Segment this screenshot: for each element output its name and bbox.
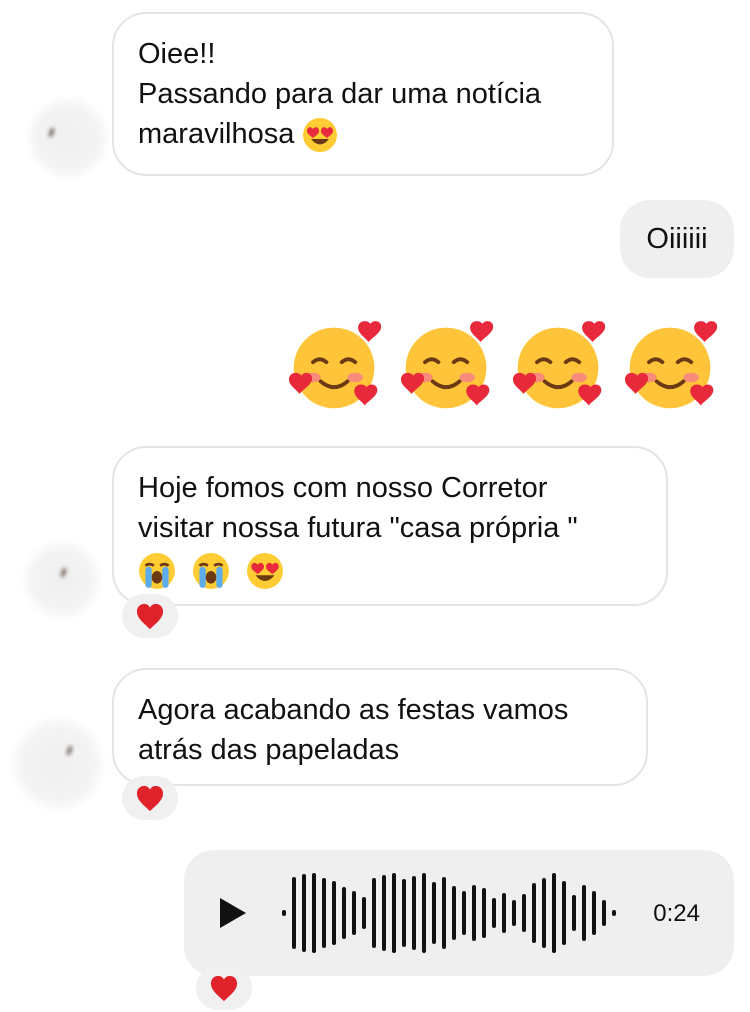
waveform-bar (332, 881, 336, 945)
waveform-bar (392, 873, 396, 953)
message-text: Agora acabando as festas vamos (138, 694, 569, 726)
waveform-bar (302, 874, 306, 952)
waveform-bar (492, 898, 496, 928)
waveform-bar (582, 885, 586, 941)
emoji-line (138, 550, 642, 590)
loudly-crying-face-emoji-icon (139, 553, 175, 590)
waveform-bar (472, 885, 476, 941)
waveform-bar (342, 887, 346, 939)
waveform-bar (562, 881, 566, 945)
reaction-badge[interactable] (196, 966, 252, 1010)
waveform-bar (442, 877, 446, 949)
smiling-face-with-hearts-emoji-icon (624, 321, 718, 409)
waveform-bar (412, 876, 416, 950)
waveform-bar (422, 873, 426, 953)
message-bubble-incoming[interactable]: Agora acabando as festas vamos atrás das… (112, 668, 648, 786)
message-text: Passando para dar uma notícia (138, 78, 542, 110)
smiling-face-with-hearts-emoji-icon (400, 321, 494, 409)
sender-avatar[interactable] (10, 716, 106, 812)
waveform-bar (452, 886, 456, 940)
emoji-only-message[interactable] (288, 318, 720, 414)
message-text: atrás das papeladas (138, 734, 400, 766)
message-text: Oiee!! (138, 38, 216, 70)
red-heart-icon (136, 603, 164, 630)
heart-eyes-emoji-icon (247, 553, 284, 590)
waveform-bar (282, 910, 286, 916)
reaction-badge[interactable] (122, 594, 178, 638)
message-bubble-incoming[interactable]: Hoje fomos com nosso Corretor visitar no… (112, 446, 668, 606)
reaction-badge[interactable] (122, 776, 178, 820)
waveform-bar (512, 900, 516, 926)
waveform-bar (592, 891, 596, 935)
sender-avatar[interactable] (26, 96, 110, 180)
message-text: maravilhosa (138, 114, 588, 154)
message-text: Oiiiiii (646, 222, 708, 255)
smiling-face-with-hearts-emoji-icon (512, 321, 606, 409)
waveform-bar (542, 878, 546, 948)
message-text: visitar nossa futura "casa própria " (138, 512, 578, 544)
waveform-bar (372, 878, 376, 948)
message-text: Hoje fomos com nosso Corretor (138, 472, 548, 504)
waveform-bar (322, 878, 326, 948)
message-bubble-outgoing[interactable]: Oiiiiii (620, 200, 734, 278)
voice-message-bubble[interactable]: 0:24 (184, 850, 734, 976)
waveform-bar (402, 879, 406, 947)
sender-avatar[interactable] (22, 540, 102, 620)
audio-waveform[interactable] (280, 872, 628, 954)
waveform-bar (482, 888, 486, 938)
waveform-bar (312, 873, 316, 953)
waveform-bar (532, 883, 536, 943)
waveform-bar (602, 900, 606, 926)
red-heart-icon (210, 975, 238, 1002)
heart-eyes-emoji-icon (303, 118, 338, 153)
waveform-bar (382, 875, 386, 951)
waveform-bar (362, 897, 366, 929)
smiling-face-with-hearts-emoji-icon (288, 321, 382, 409)
red-heart-icon (136, 785, 164, 812)
waveform-bar (612, 910, 616, 916)
waveform-bar (462, 891, 466, 935)
voice-duration: 0:24 (653, 900, 700, 927)
message-bubble-incoming[interactable]: Oiee!! Passando para dar uma notícia mar… (112, 12, 614, 176)
loudly-crying-face-emoji-icon (193, 553, 230, 590)
waveform-bar (432, 882, 436, 944)
play-icon[interactable] (218, 896, 248, 930)
waveform-bar (552, 873, 556, 953)
waveform-bar (572, 895, 576, 931)
waveform-bar (352, 891, 356, 935)
waveform-bar (502, 893, 506, 933)
waveform-bar (522, 894, 526, 932)
waveform-bar (292, 877, 296, 949)
